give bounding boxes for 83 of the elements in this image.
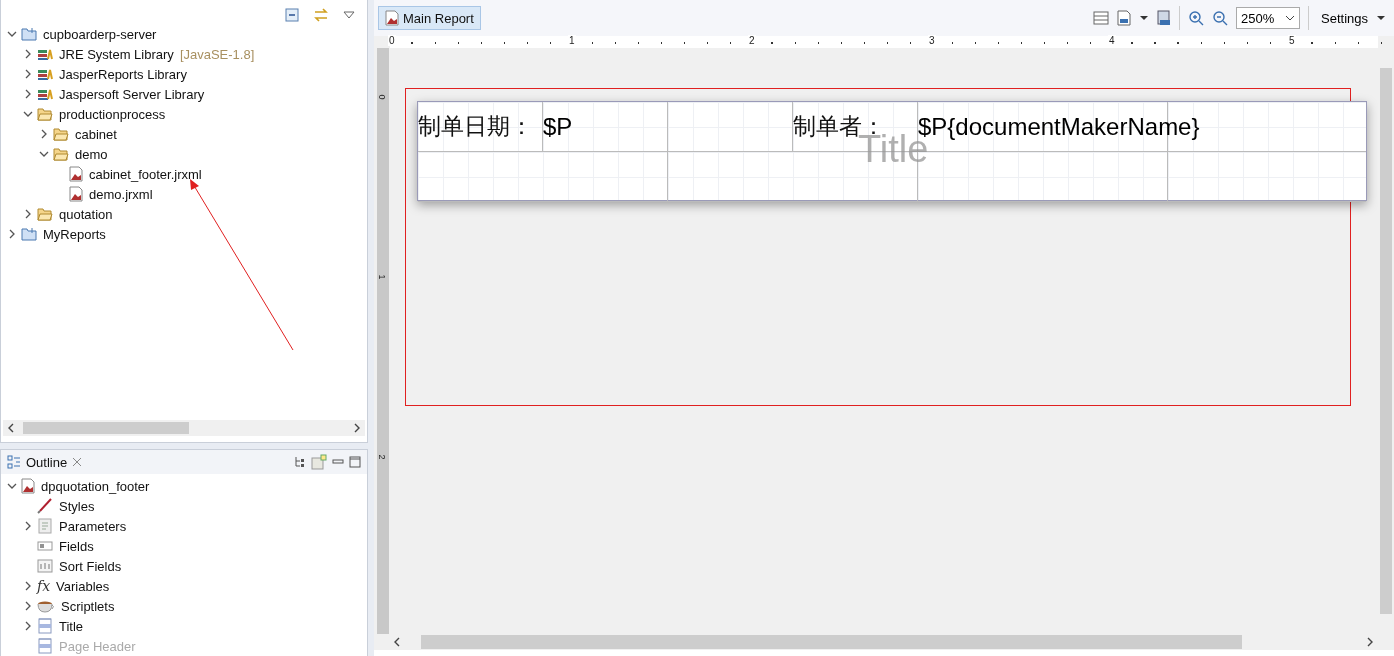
dropdown-caret-icon[interactable]	[1139, 15, 1149, 21]
ruler-number: 0	[388, 35, 396, 46]
outline-icon	[7, 455, 21, 469]
scroll-left-icon[interactable]	[393, 637, 401, 647]
chevron-right-icon[interactable]	[23, 521, 33, 531]
scroll-right-icon[interactable]	[353, 423, 361, 433]
tree-item[interactable]: Fields	[57, 538, 96, 554]
text-field[interactable]: $P	[543, 112, 573, 141]
parameters-icon	[37, 518, 53, 534]
report-file-icon	[69, 186, 83, 202]
tree-layout-icon[interactable]	[294, 456, 306, 468]
settings-menu[interactable]: Settings	[1317, 10, 1390, 26]
panel-tab[interactable]: Outline	[26, 454, 68, 470]
cup-icon	[37, 599, 55, 613]
chevron-down-icon[interactable]	[1285, 15, 1295, 21]
tree-item[interactable]: Title	[57, 618, 86, 634]
chevron-down-icon[interactable]	[7, 29, 17, 39]
project-folder-icon	[21, 27, 37, 41]
tree-item[interactable]: cabinet_footer.jrxml	[87, 166, 204, 182]
tree-item[interactable]: cupboarderp-server	[41, 26, 159, 42]
folder-icon	[53, 147, 69, 161]
scrollbar-thumb[interactable]	[23, 422, 189, 434]
chevron-down-icon[interactable]	[7, 481, 17, 491]
scroll-right-icon[interactable]	[1366, 637, 1374, 647]
ruler-number: 5	[1288, 35, 1296, 46]
library-books-icon	[37, 87, 53, 101]
ruler-number: 1	[376, 274, 387, 280]
ruler-number: 2	[376, 454, 387, 460]
folder-icon	[37, 107, 53, 121]
tree-item[interactable]: Parameters	[57, 518, 129, 534]
caret-icon[interactable]	[1376, 15, 1386, 21]
minimize-icon[interactable]	[332, 459, 344, 465]
report-file-icon	[385, 10, 399, 26]
chevron-right-icon[interactable]	[39, 129, 49, 139]
scrollbar-thumb[interactable]	[421, 635, 1242, 649]
static-text[interactable]: 制单日期：	[418, 111, 533, 142]
ruler-number: 0	[376, 94, 387, 100]
tree-item[interactable]: demo.jrxml	[87, 186, 155, 202]
tree-item[interactable]: demo	[73, 146, 110, 162]
library-books-icon	[37, 67, 53, 81]
view-menu-icon[interactable]	[343, 11, 355, 19]
folder-icon	[37, 207, 53, 221]
close-icon[interactable]	[72, 457, 83, 467]
tree-item[interactable]: Scriptlets	[59, 598, 117, 614]
collapse-all-icon[interactable]	[285, 8, 299, 22]
ruler-number: 1	[568, 35, 576, 46]
tree-item[interactable]: cabinet	[73, 126, 119, 142]
scrollbar-thumb[interactable]	[1380, 68, 1392, 614]
rows-icon[interactable]	[1093, 11, 1109, 25]
tree-item[interactable]: MyReports	[41, 226, 108, 242]
tree-item[interactable]: dpquotation_footer	[39, 478, 152, 494]
zoom-combo[interactable]: 250%	[1236, 7, 1300, 29]
binary-file-icon[interactable]	[1117, 10, 1131, 26]
editor-tab[interactable]: Main Report	[378, 6, 481, 30]
ruler-number: 4	[1108, 35, 1116, 46]
zoom-out-icon[interactable]	[1212, 10, 1228, 26]
tree-item[interactable]: JasperReports Library	[57, 66, 189, 82]
folder-icon	[53, 127, 69, 141]
page-icon[interactable]	[1157, 10, 1171, 26]
tree-item[interactable]: Jaspersoft Server Library	[57, 86, 207, 102]
brush-icon	[37, 498, 53, 514]
chevron-down-icon[interactable]	[23, 109, 33, 119]
tree-item[interactable]: Sort Fields	[57, 558, 124, 574]
tree-item[interactable]: Variables	[54, 578, 112, 594]
field-icon	[37, 540, 53, 552]
scroll-left-icon[interactable]	[7, 423, 15, 433]
zoom-in-icon[interactable]	[1188, 10, 1204, 26]
tree-item[interactable]: productionprocess	[57, 106, 168, 122]
project-folder-icon	[21, 227, 37, 241]
tree-item[interactable]: JRE System Library	[57, 46, 176, 62]
tree-item[interactable]: quotation	[57, 206, 115, 222]
report-file-icon	[69, 166, 83, 182]
ruler-number: 3	[928, 35, 936, 46]
report-file-icon	[21, 478, 35, 494]
sort-icon	[37, 558, 53, 574]
library-books-icon	[37, 47, 53, 61]
maximize-icon[interactable]	[349, 456, 361, 468]
tree-item[interactable]: Styles	[57, 498, 97, 514]
function-icon: fx	[37, 578, 51, 594]
ruler-number: 2	[748, 35, 756, 46]
tree-item-note: [JavaSE-1.8]	[179, 46, 255, 62]
band-icon	[37, 618, 53, 634]
chevron-down-icon[interactable]	[39, 149, 49, 159]
